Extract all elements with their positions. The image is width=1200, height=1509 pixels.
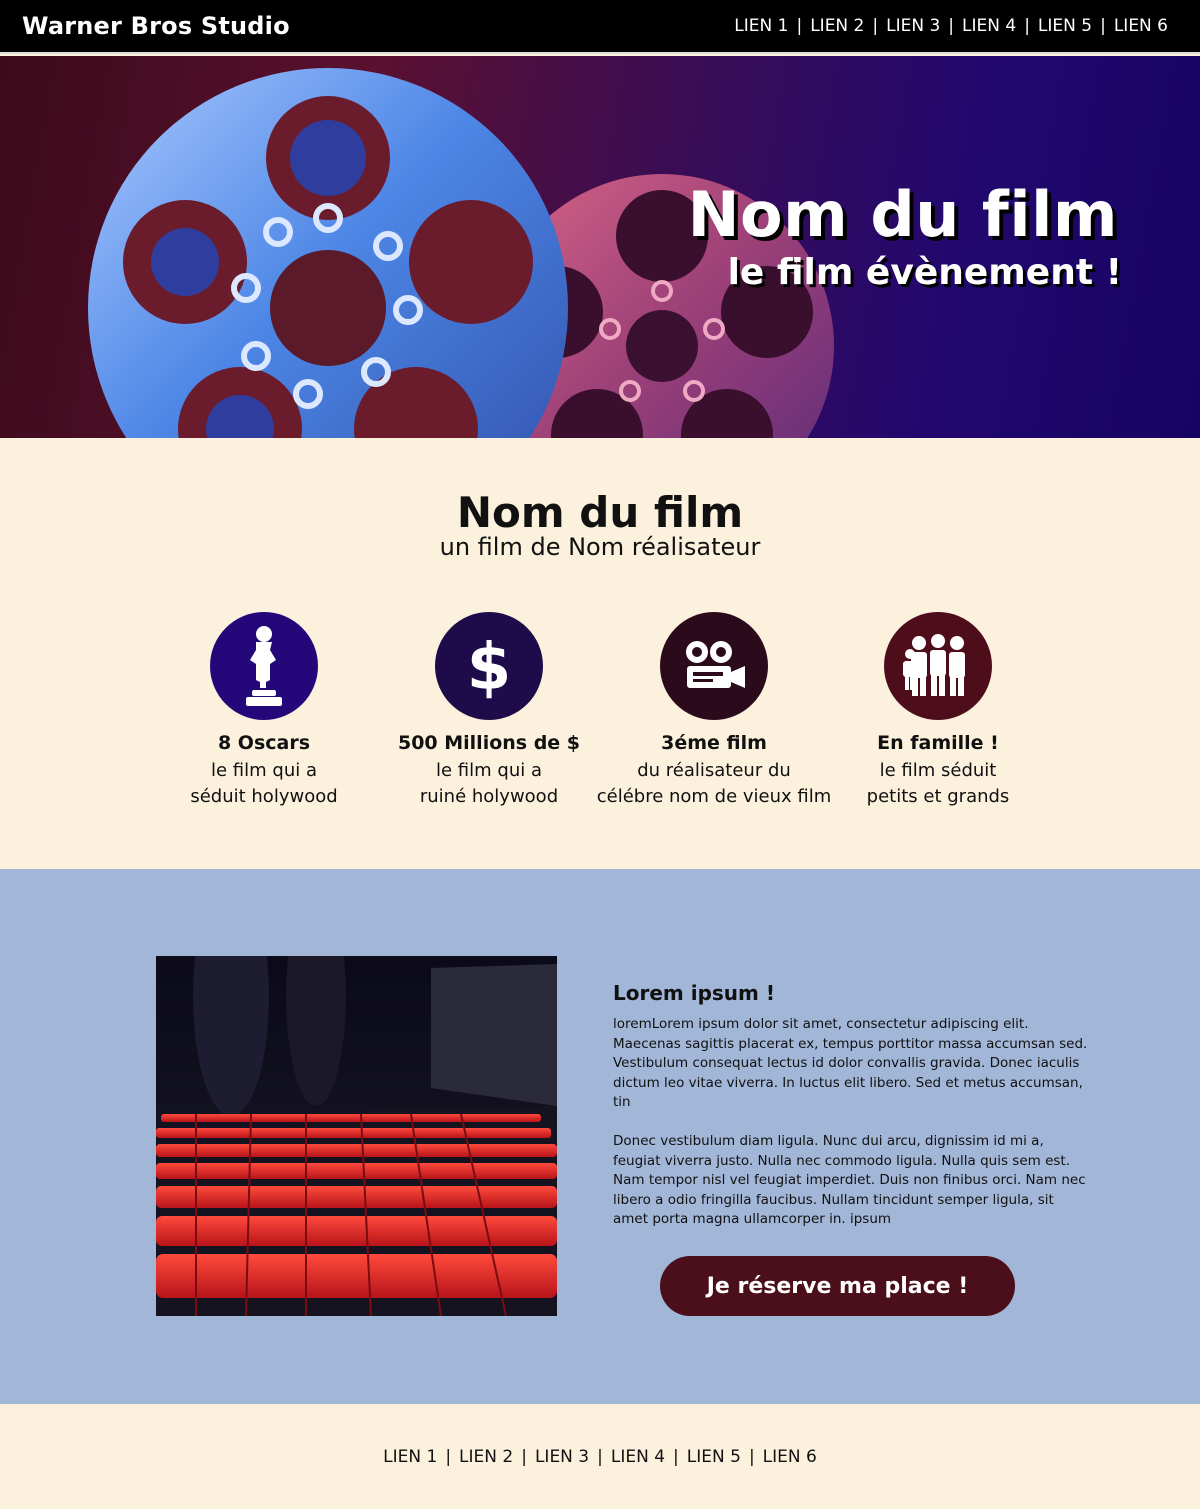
footer-link-2[interactable]: LIEN 2 — [459, 1447, 513, 1467]
footer: LIEN 1 | LIEN 2 | LIEN 3 | LIEN 4 | LIEN… — [0, 1404, 1200, 1509]
feature-oscars: 8 Oscars le film qui a séduit holywood — [144, 612, 384, 810]
nav-separator: | — [1100, 16, 1106, 36]
footer-link-1[interactable]: LIEN 1 — [383, 1447, 437, 1467]
nav-separator: | — [597, 1446, 603, 1467]
nav-link-1[interactable]: LIEN 1 — [734, 16, 788, 36]
feature-desc-line: le film qui a — [436, 760, 542, 781]
feature-desc-line: du réalisateur du — [637, 760, 791, 781]
info-section: Lorem ipsum ! loremLorem ipsum dolor sit… — [0, 869, 1200, 1404]
main-nav: LIEN 1 | LIEN 2 | LIEN 3 | LIEN 4 | LIEN… — [734, 16, 1168, 36]
family-icon — [884, 612, 992, 720]
feature-family: En famille ! le film séduit petits et gr… — [818, 612, 1058, 810]
feature-title: 3éme film — [661, 732, 767, 754]
footer-link-4[interactable]: LIEN 4 — [611, 1447, 665, 1467]
nav-link-6[interactable]: LIEN 6 — [1114, 16, 1168, 36]
info-paragraph: loremLorem ipsum dolor sit amet, consect… — [613, 1016, 1088, 1110]
nav-separator: | — [748, 1446, 755, 1467]
feature-description: du réalisateur du célébre nom de vieux f… — [594, 758, 834, 810]
nav-link-2[interactable]: LIEN 2 — [810, 16, 864, 36]
movie-camera-icon — [660, 612, 768, 720]
feature-description: le film qui a ruiné holywood — [369, 758, 609, 810]
info-paragraph: Donec vestibulum diam ligula. Nunc dui a… — [613, 1133, 1086, 1227]
svg-text:$: $ — [467, 631, 512, 701]
feature-desc-line: séduit holywood — [190, 786, 338, 807]
footer-link-3[interactable]: LIEN 3 — [535, 1447, 589, 1467]
info-text-block: Lorem ipsum ! loremLorem ipsum dolor sit… — [613, 981, 1093, 1230]
top-navbar: Warner Bros Studio LIEN 1 | LIEN 2 | LIE… — [0, 0, 1200, 54]
nav-separator: | — [445, 1446, 452, 1467]
feature-desc-line: le film qui a — [211, 760, 317, 781]
feature-desc-line: le film séduit — [879, 760, 997, 781]
feature-title: 8 Oscars — [217, 732, 311, 754]
feature-description: le film qui a séduit holywood — [144, 758, 384, 810]
footer-nav: LIEN 1 | LIEN 2 | LIEN 3 | LIEN 4 | LIEN… — [383, 1447, 817, 1467]
cinema-hall-photo — [156, 956, 557, 1316]
book-seat-button[interactable]: Je réserve ma place ! — [660, 1256, 1015, 1316]
nav-separator: | — [948, 16, 955, 36]
front-film-reel — [88, 68, 568, 438]
nav-link-5[interactable]: LIEN 5 — [1038, 16, 1092, 36]
film-director: un film de Nom réalisateur — [439, 533, 761, 561]
feature-title: En famille ! — [877, 732, 999, 754]
hero-subtitle: le film évènement ! — [727, 252, 1122, 293]
dollar-icon: $ — [435, 612, 543, 720]
nav-link-4[interactable]: LIEN 4 — [962, 16, 1016, 36]
hero-title: Nom du film — [687, 178, 1118, 251]
nav-separator: | — [1024, 16, 1030, 36]
film-title: Nom du film — [456, 488, 744, 537]
nav-link-3[interactable]: LIEN 3 — [886, 16, 940, 36]
info-title: Lorem ipsum ! — [613, 981, 775, 1005]
nav-separator: | — [673, 1446, 679, 1467]
feature-desc-line: célébre nom de vieux film — [596, 786, 832, 807]
feature-desc-line: petits et grands — [866, 786, 1010, 807]
feature-title: 500 Millions de $ — [397, 732, 581, 754]
footer-link-6[interactable]: LIEN 6 — [763, 1447, 817, 1467]
oscar-statue-icon — [210, 612, 318, 720]
brand-logo[interactable]: Warner Bros Studio — [22, 12, 290, 40]
footer-link-5[interactable]: LIEN 5 — [687, 1447, 741, 1467]
feature-description: le film séduit petits et grands — [818, 758, 1058, 810]
nav-separator: | — [872, 16, 879, 36]
nav-separator: | — [796, 16, 803, 36]
nav-separator: | — [521, 1446, 527, 1467]
feature-third-film: 3éme film du réalisateur du célébre nom … — [594, 612, 834, 810]
feature-desc-line: ruiné holywood — [419, 786, 559, 807]
hero-banner: Nom du film le film évènement ! — [0, 56, 1200, 438]
feature-revenue: $ 500 Millions de $ le film qui a ruiné … — [369, 612, 609, 810]
